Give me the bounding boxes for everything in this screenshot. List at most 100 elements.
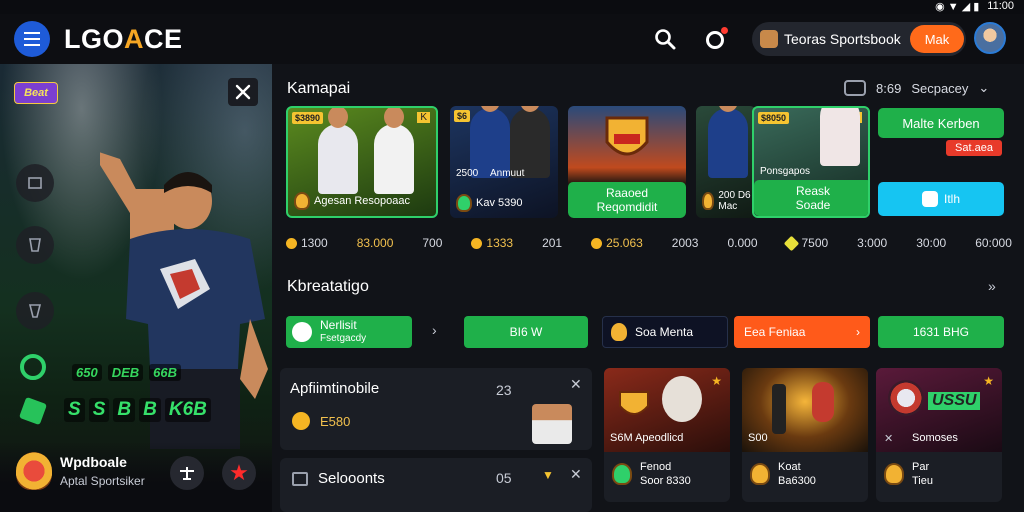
promo-panel[interactable]: Apfiimtinobile 23 ✕ E580 xyxy=(280,368,592,450)
odds-item[interactable]: 25.063 xyxy=(591,236,643,250)
player-figure xyxy=(812,382,834,422)
double-chevron-right-icon[interactable]: » xyxy=(988,278,996,294)
game-tile[interactable]: S00 Koat Ba6300 xyxy=(742,368,868,502)
club-shield-icon xyxy=(16,452,52,490)
scale-icon[interactable] xyxy=(170,456,204,490)
featured-counter: 8:69 xyxy=(876,80,902,96)
hero-banner: Beat 650 DEB 66B S S B B K6B Wpdboale Ap… xyxy=(0,64,272,512)
hero-stat: 650 xyxy=(72,364,102,381)
bet-button[interactable]: Raaoed Reqomdidit xyxy=(568,182,686,218)
featured-card[interactable]: $6 2500 Anmuut Kav 5390 xyxy=(450,106,558,218)
sportsbook-label: Teoras Sportsbook xyxy=(784,31,901,47)
odds-item[interactable]: 0.000 xyxy=(727,236,757,250)
sportsbook-selector[interactable]: Teoras Sportsbook Mak xyxy=(752,22,966,56)
star-icon[interactable]: ★ xyxy=(983,374,994,388)
tools-icon: ✕ xyxy=(884,433,894,445)
sportsbook-action-button[interactable]: Mak xyxy=(910,25,964,53)
user-avatar[interactable] xyxy=(974,22,1006,54)
hero-odds: K6B xyxy=(164,398,211,422)
sportsbook-avatar-icon xyxy=(760,30,778,48)
chevron-down-icon[interactable]: ⌄ xyxy=(978,80,989,96)
star-icon[interactable]: ★ xyxy=(711,374,722,388)
hero-odds: B xyxy=(139,398,161,422)
featured-card[interactable]: $8050 K Ponsgapos Reask Soade xyxy=(752,106,870,218)
chevron-right-icon[interactable]: › xyxy=(432,322,437,338)
player-thumbnail xyxy=(532,404,572,444)
player-figure xyxy=(374,108,414,194)
featured-card[interactable]: $3890 K Agesan Resopoaac xyxy=(286,106,438,218)
bet-button[interactable]: Reask Soade xyxy=(754,180,868,216)
glass-icon[interactable] xyxy=(16,292,54,330)
diamond-icon xyxy=(784,235,800,251)
quick-item[interactable]: BI6 W xyxy=(464,316,588,348)
odds-item[interactable]: 60:000 xyxy=(975,236,1012,250)
odds-item[interactable]: 201 xyxy=(542,236,562,250)
club-shield-icon xyxy=(702,192,715,210)
featured-card[interactable]: Raaoed Reqomdidit xyxy=(568,106,686,218)
odds-item[interactable]: 3:000 xyxy=(857,236,887,250)
quick-item[interactable]: 1631 BHG xyxy=(878,316,1004,348)
app-logo[interactable]: LGOACE xyxy=(64,24,183,55)
odds-item[interactable]: 83.000 xyxy=(357,236,394,250)
toggle-icon[interactable] xyxy=(844,80,866,96)
quick-item[interactable]: Eea Feniaa › xyxy=(734,316,870,348)
club-shield-icon xyxy=(750,463,770,485)
game-tile[interactable]: USSU ★ Somoses ✕ Par Tieu xyxy=(876,368,1002,502)
hero-stat: 66B xyxy=(149,364,182,381)
goal-post xyxy=(772,384,786,434)
card-corner-icon: K xyxy=(417,112,430,123)
notification-dot xyxy=(721,27,728,34)
quick-title: Kbreatatigo xyxy=(287,278,369,295)
odds-item[interactable]: 1333 xyxy=(471,236,513,250)
odds-strip: 1300 83.000 700 1333 201 25.063 2003 0.0… xyxy=(286,235,1012,251)
hero-odds: S xyxy=(88,398,110,422)
hero-odds: B xyxy=(113,398,136,422)
cup-icon[interactable] xyxy=(16,226,54,264)
filter-icon[interactable]: ▼ xyxy=(542,468,554,482)
ball-icon xyxy=(888,380,924,416)
quick-item[interactable]: Nerlisit Fsetgacdy xyxy=(286,316,412,348)
featured-card[interactable]: 200 D6 Mac xyxy=(696,106,756,218)
star-icon[interactable]: ★ xyxy=(222,456,256,490)
hero-stat: DEB xyxy=(107,364,144,381)
sort-dropdown[interactable]: Secpacey xyxy=(911,81,968,96)
ring-icon xyxy=(20,354,46,380)
screen-icon xyxy=(292,472,308,486)
promo-panel[interactable]: Selooonts 05 ▼ ✕ xyxy=(280,458,592,512)
info-button[interactable]: Itlh xyxy=(878,182,1004,216)
team-crest-icon xyxy=(605,116,649,156)
search-icon[interactable] xyxy=(652,26,678,52)
mascot-face xyxy=(662,376,702,422)
close-icon[interactable]: ✕ xyxy=(570,466,582,483)
player-figure xyxy=(820,108,860,166)
coin-icon xyxy=(471,237,483,249)
odds-item[interactable]: 700 xyxy=(422,236,442,250)
odds-item[interactable]: 30:00 xyxy=(916,236,946,250)
gem-icon xyxy=(18,396,48,426)
hamburger-menu-button[interactable] xyxy=(14,21,50,57)
club-shield-icon xyxy=(456,194,472,212)
featured-controls: 8:69 Secpacey ⌄ xyxy=(844,80,989,96)
odds-item[interactable]: 7500 xyxy=(784,235,828,251)
player-figure xyxy=(708,106,748,178)
chevron-right-icon: › xyxy=(856,325,860,339)
club-shield-icon xyxy=(884,463,904,485)
malte-kerben-button[interactable]: Malte Kerben xyxy=(878,108,1004,138)
quick-item[interactable]: Soa Menta xyxy=(602,316,728,348)
status-bar: ◉ ▼ ◢ ▮ 11:00 xyxy=(804,0,1024,14)
main-content: Kamapai 8:69 Secpacey ⌄ $3890 K Agesan R… xyxy=(272,64,1024,512)
notification-icon[interactable] xyxy=(702,26,728,52)
odds-item[interactable]: 2003 xyxy=(672,236,699,250)
hero-footer-subtitle: Aptal Sportsiker xyxy=(60,474,145,488)
coin-icon xyxy=(286,237,297,249)
status-icons: ◉ ▼ ◢ ▮ xyxy=(935,1,980,13)
status-time: 11:00 xyxy=(987,0,1014,12)
club-shield-icon xyxy=(612,463,632,485)
card-icon[interactable] xyxy=(16,164,54,202)
close-icon[interactable]: ✕ xyxy=(570,376,582,393)
club-shield-icon xyxy=(611,323,627,341)
odds-item[interactable]: 1300 xyxy=(286,236,328,250)
tools-icon[interactable] xyxy=(228,78,258,106)
game-tile[interactable]: ★ S6M Apeodlicd Fenod Soor 8330 xyxy=(604,368,730,502)
top-bar: LGOACE Teoras Sportsbook Mak xyxy=(0,14,1024,64)
